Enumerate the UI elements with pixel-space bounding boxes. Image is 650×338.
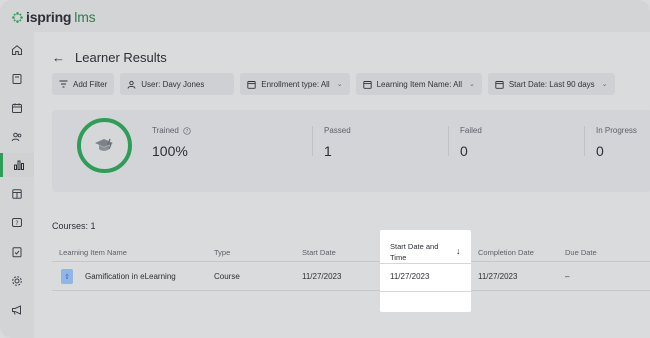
top-bar: ispring lms (0, 0, 650, 32)
sidebar-item-home[interactable] (8, 41, 26, 59)
row-due-date: – (565, 272, 570, 281)
graduation-cap-icon (94, 138, 113, 151)
filter-icon (59, 80, 68, 88)
divider (584, 126, 585, 156)
stat-trained: Trained ? 100% (152, 126, 191, 159)
logo-brand: ispring (26, 9, 72, 25)
filter-bar: Add Filter User: Davy Jones Enrollment t… (52, 73, 615, 95)
courses-count: Courses: 1 (52, 221, 96, 231)
sidebar: ? (0, 32, 34, 338)
divider (448, 126, 449, 156)
chevron-down-icon: ⌄ (336, 81, 343, 88)
row-completion-date: 11/27/2023 (478, 272, 518, 281)
in-progress-value: 0 (596, 143, 604, 159)
settings-icon (12, 276, 22, 286)
sidebar-item-settings[interactable] (8, 272, 26, 290)
row-start-date: 11/27/2023 (302, 272, 342, 281)
calendar-icon (12, 103, 22, 113)
logo-suffix: lms (74, 9, 96, 25)
add-filter-button[interactable]: Add Filter (52, 73, 115, 95)
svg-text:?: ? (15, 220, 18, 227)
column-type[interactable]: Type (214, 248, 230, 257)
start-date-filter[interactable]: Start Date: Last 90 days ⌄ (487, 73, 615, 95)
content-icon (12, 189, 22, 199)
enrollment-type-filter[interactable]: Enrollment type: All ⌄ (240, 73, 350, 95)
trained-value: 100% (152, 143, 188, 159)
row-name[interactable]: Gamification in eLearning (85, 272, 176, 281)
divider (380, 291, 471, 292)
user-filter[interactable]: User: Davy Jones (120, 73, 235, 95)
failed-value: 0 (460, 143, 468, 159)
in-progress-label: In Progress (596, 126, 637, 135)
trained-label: Trained (152, 126, 179, 135)
learning-item-filter[interactable]: Learning Item Name: All ⌄ (355, 73, 482, 95)
sidebar-item-tasks[interactable] (8, 243, 26, 261)
learning-item-label: Learning Item Name: All (376, 79, 462, 89)
chevron-down-icon: ⌄ (601, 81, 608, 88)
add-filter-label: Add Filter (73, 79, 108, 89)
column-learning-item-name[interactable]: Learning Item Name (59, 248, 127, 257)
enrollment-type-label: Enrollment type: All (261, 79, 330, 89)
sidebar-item-courses[interactable] (8, 70, 26, 88)
calendar-icon (495, 80, 504, 89)
trained-progress-ring (77, 118, 132, 173)
main-content: ← Learner Results Add Filter User: Davy … (34, 32, 650, 338)
sidebar-item-calendar[interactable] (8, 99, 26, 117)
row-start-date-and-time: 11/27/2023 (390, 272, 430, 281)
start-date-label: Start Date: Last 90 days (508, 79, 595, 89)
stat-failed: Failed 0 (460, 126, 482, 159)
home-icon (12, 45, 22, 55)
page-header: ← Learner Results (52, 50, 167, 65)
calendar-icon (247, 80, 256, 89)
sidebar-item-reports[interactable] (0, 153, 34, 177)
sidebar-item-help[interactable]: ? (8, 214, 26, 232)
column-start-date-and-time[interactable]: Start Date and Time (390, 241, 440, 263)
tasks-icon (12, 247, 22, 258)
ispring-logo-icon (12, 11, 23, 23)
back-arrow-icon[interactable]: ← (52, 50, 65, 65)
book-icon (12, 74, 22, 84)
sidebar-item-users[interactable] (8, 128, 26, 146)
megaphone-icon (12, 305, 21, 315)
table-row[interactable]: ⇧ Gamification in eLearning Course 11/27… (52, 262, 650, 291)
reports-icon (13, 160, 24, 170)
highlighted-column-start-date-time: Start Date and Time ↓ 11/27/2023 (380, 230, 471, 312)
passed-value: 1 (324, 143, 332, 159)
info-icon[interactable]: ? (183, 126, 191, 135)
divider (312, 126, 313, 156)
user-filter-label: User: Davy Jones (141, 79, 205, 89)
column-start-date[interactable]: Start Date (302, 248, 336, 257)
stat-in-progress: In Progress 0 (596, 126, 637, 159)
help-icon: ? (12, 218, 22, 227)
users-icon (11, 132, 22, 142)
logo[interactable]: ispring lms (12, 9, 96, 25)
chevron-down-icon: ⌄ (468, 81, 475, 88)
failed-label: Failed (460, 126, 482, 135)
page-title: Learner Results (75, 50, 167, 65)
app-window: ispring lms ? ← Learner Results Add Filt… (0, 0, 650, 338)
sort-descending-icon[interactable]: ↓ (456, 246, 461, 256)
stat-passed: Passed 1 (324, 126, 351, 159)
column-due-date[interactable]: Due Date (565, 248, 597, 257)
divider (380, 263, 471, 264)
course-file-icon: ⇧ (61, 269, 73, 284)
user-icon (127, 80, 136, 89)
table-header: Learning Item Name Type Start Date Compl… (52, 244, 650, 262)
calendar-icon (362, 80, 372, 89)
sidebar-item-content[interactable] (8, 185, 26, 203)
sidebar-item-announcements[interactable] (8, 301, 26, 319)
svg-text:?: ? (186, 128, 189, 134)
row-type: Course (214, 272, 240, 281)
column-completion-date[interactable]: Completion Date (478, 248, 534, 257)
stats-panel: Trained ? 100% Passed 1 Failed 0 In Prog… (52, 110, 650, 192)
passed-label: Passed (324, 126, 351, 135)
